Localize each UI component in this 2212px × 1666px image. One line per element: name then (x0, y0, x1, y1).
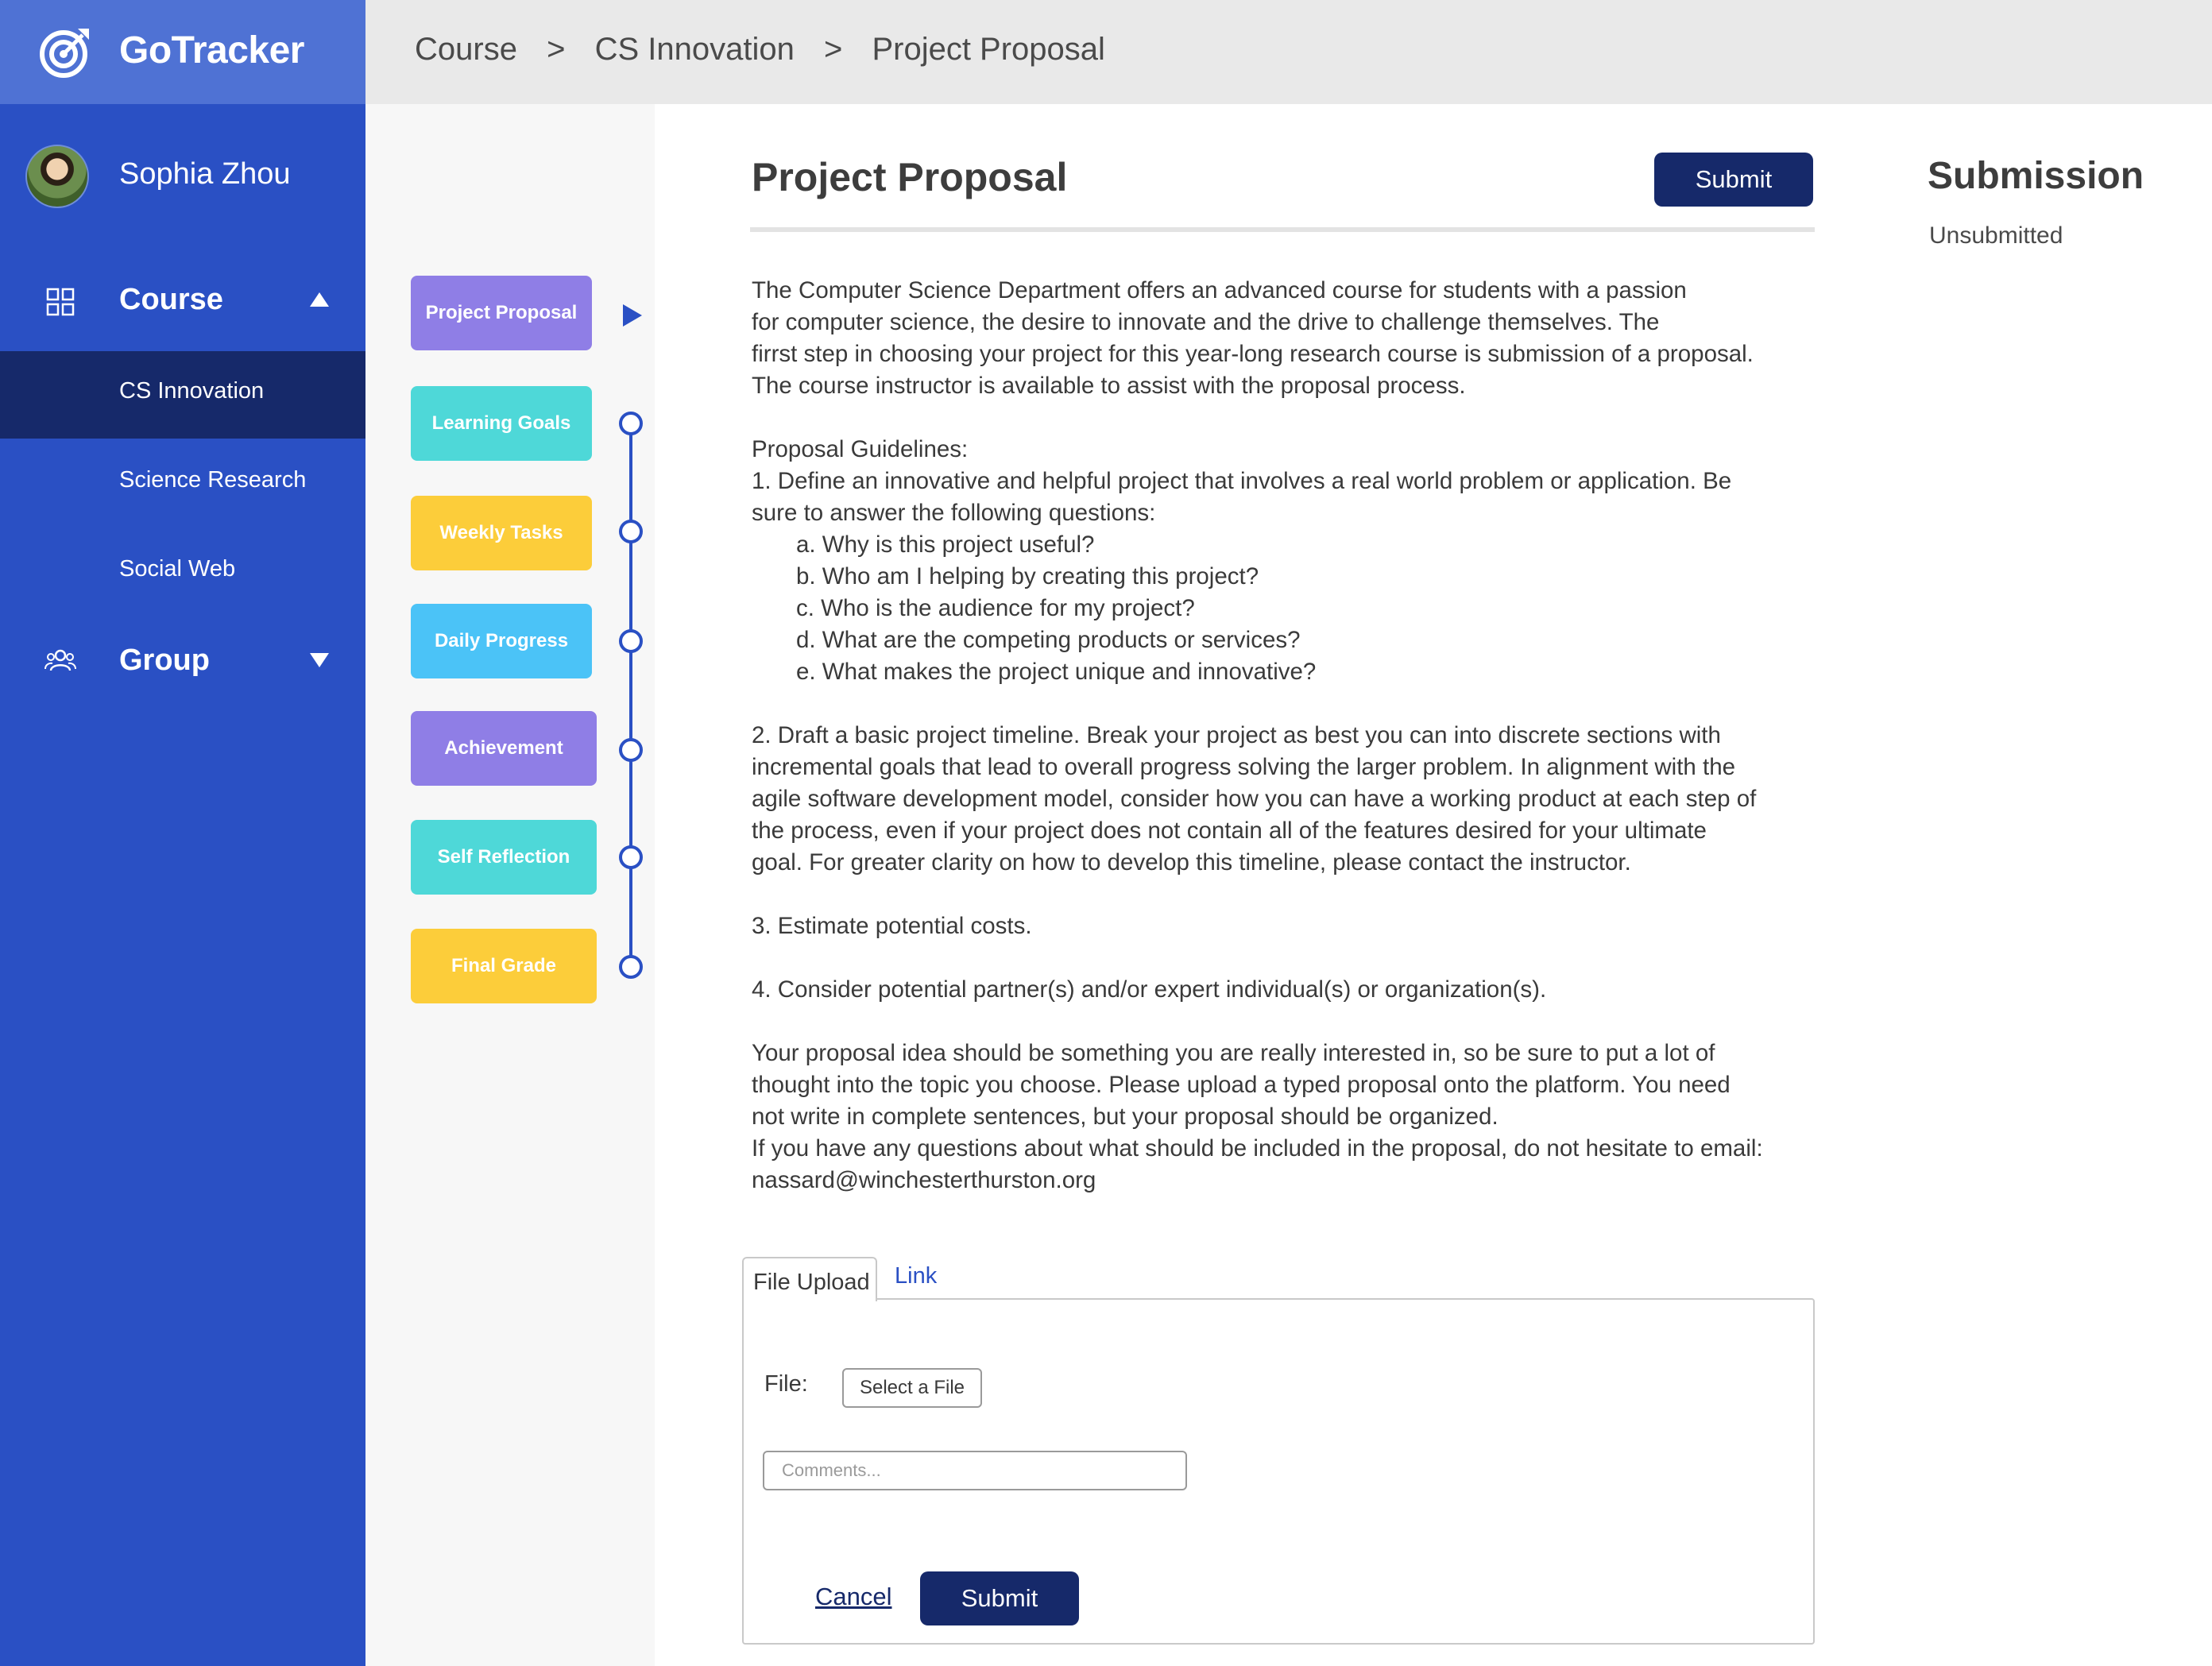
breadcrumb-cs-innovation[interactable]: CS Innovation (595, 32, 795, 68)
step-learning-goals[interactable]: Learning Goals (411, 386, 592, 461)
sidebar-item-cs-innovation[interactable]: CS Innovation (0, 351, 365, 439)
guideline-2: 2. Draft a basic project timeline. Break… (752, 722, 1757, 876)
comments-input[interactable] (763, 1451, 1187, 1490)
app-name: GoTracker (119, 29, 304, 72)
nav-course-label: Course (119, 283, 223, 316)
timeline-dot (619, 629, 643, 653)
submission-status: Unsubmitted (1929, 222, 2063, 249)
brand-bar: GoTracker (0, 0, 365, 104)
timeline-line (629, 423, 632, 968)
title-divider (750, 227, 1815, 232)
top-header: Course > CS Innovation > Project Proposa… (365, 0, 2212, 104)
sidebar: GoTracker Sophia Zhou Course CS Innovati… (0, 0, 365, 1666)
nav-course[interactable]: Course (0, 267, 365, 335)
select-file-button[interactable]: Select a File (842, 1368, 982, 1408)
closing-paragraph: Your proposal idea should be something y… (752, 1040, 1763, 1193)
timeline-dot (619, 412, 643, 435)
guideline-question: b. Who am I helping by creating this pro… (796, 563, 1259, 589)
guideline-question: a. Why is this project useful? (796, 531, 1095, 558)
intro-paragraph: The Computer Science Department offers a… (752, 277, 1754, 399)
submit-button[interactable]: Submit (1654, 153, 1813, 207)
current-step-arrow-icon (623, 304, 642, 327)
sidebar-item-label: Social Web (119, 556, 236, 582)
target-logo-icon (40, 29, 89, 78)
step-final-grade[interactable]: Final Grade (411, 929, 597, 1003)
breadcrumb: Course > CS Innovation > Project Proposa… (415, 32, 1105, 68)
page-title: Project Proposal (752, 155, 1068, 199)
guideline-question: c. Who is the audience for my project? (796, 595, 1195, 621)
users-icon (44, 649, 76, 671)
sidebar-item-science-research[interactable]: Science Research (0, 440, 365, 528)
guidelines-heading: Proposal Guidelines: (752, 436, 969, 462)
timeline-dot (619, 738, 643, 762)
sidebar-item-label: Science Research (119, 467, 307, 493)
sidebar-item-social-web[interactable]: Social Web (0, 529, 365, 617)
nav-group[interactable]: Group (0, 628, 365, 696)
cancel-link[interactable]: Cancel (815, 1583, 892, 1611)
step-achievement[interactable]: Achievement (411, 711, 597, 786)
user-name: Sophia Zhou (119, 157, 291, 191)
assignment-description: The Computer Science Department offers a… (752, 275, 1820, 1196)
nav-group-label: Group (119, 644, 210, 677)
guideline-question: d. What are the competing products or se… (796, 627, 1301, 653)
tab-link[interactable]: Link (895, 1263, 937, 1289)
breadcrumb-separator: > (547, 32, 566, 67)
breadcrumb-separator: > (823, 32, 843, 67)
step-self-reflection[interactable]: Self Reflection (411, 820, 597, 895)
guideline-4: 4. Consider potential partner(s) and/or … (752, 976, 1547, 1003)
breadcrumb-course[interactable]: Course (415, 32, 517, 68)
grid-icon (46, 288, 75, 316)
timeline-dot (619, 520, 643, 543)
guideline-question: e. What makes the project unique and inn… (796, 659, 1317, 685)
guideline-1: 1. Define an innovative and helpful proj… (752, 468, 1732, 526)
upload-submit-button[interactable]: Submit (920, 1571, 1079, 1625)
tab-file-upload[interactable]: File Upload (742, 1257, 877, 1301)
step-project-proposal[interactable]: Project Proposal (411, 276, 592, 350)
file-label: File: (764, 1371, 808, 1397)
breadcrumb-current: Project Proposal (872, 32, 1105, 67)
guideline-3: 3. Estimate potential costs. (752, 913, 1032, 939)
step-daily-progress[interactable]: Daily Progress (411, 604, 592, 678)
caret-down-icon[interactable] (310, 653, 329, 667)
timeline-dot (619, 845, 643, 869)
submission-title: Submission (1928, 155, 2144, 197)
caret-up-icon[interactable] (310, 292, 329, 307)
sidebar-item-label: CS Innovation (119, 378, 265, 404)
step-weekly-tasks[interactable]: Weekly Tasks (411, 496, 592, 570)
avatar[interactable] (25, 145, 89, 208)
timeline-dot (619, 955, 643, 979)
